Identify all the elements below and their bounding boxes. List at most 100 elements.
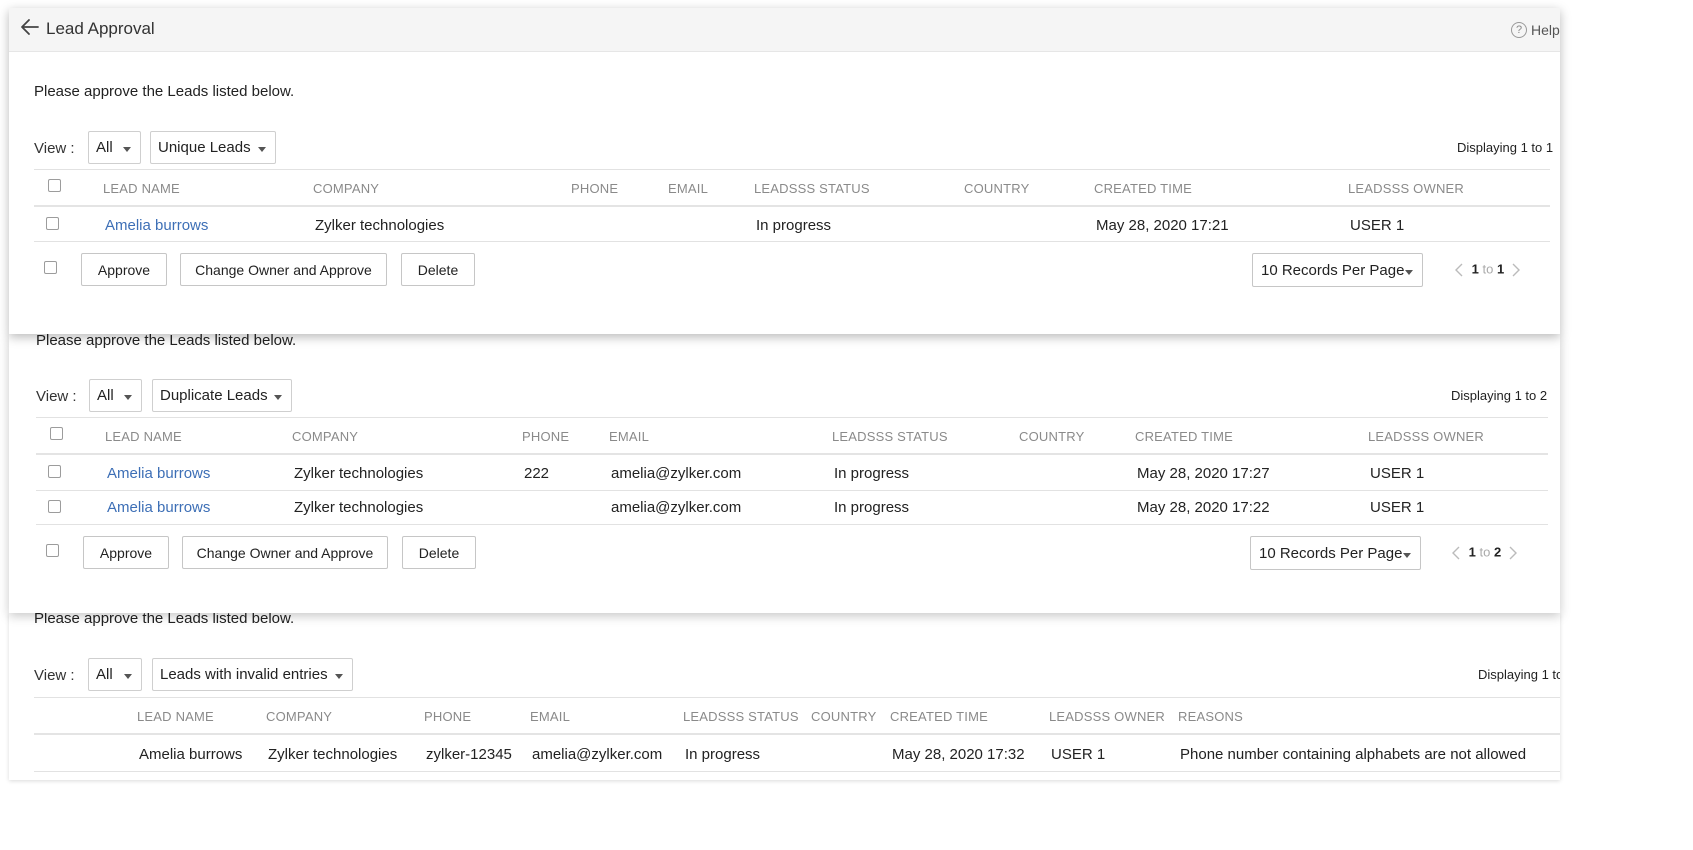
duplicate-leads-panel: Please approve the Leads listed below. V… xyxy=(9,334,1560,613)
table-top-border xyxy=(34,697,1560,698)
column-header-email[interactable]: EMAIL xyxy=(668,181,708,196)
view-filter-select[interactable]: All xyxy=(88,131,141,164)
row-divider xyxy=(34,241,1550,242)
instructions-text: Please approve the Leads listed below. xyxy=(34,83,295,100)
dropdown-caret-icon xyxy=(1405,270,1413,275)
view-filter-select[interactable]: All xyxy=(89,379,142,412)
view-label: View : xyxy=(34,140,75,157)
row-divider xyxy=(34,771,1560,772)
lead-name-link[interactable]: Amelia burrows xyxy=(107,465,210,482)
column-header-created-time[interactable]: CREATED TIME xyxy=(1135,429,1233,444)
owner-cell: USER 1 xyxy=(1350,217,1405,234)
lead-type-select[interactable]: Leads with invalid entries xyxy=(152,658,353,691)
page-to-word: to xyxy=(1482,261,1494,277)
dropdown-caret-icon xyxy=(274,395,282,400)
table-top-border xyxy=(36,417,1548,418)
column-header-owner[interactable]: LEADSSS OWNER xyxy=(1348,181,1464,196)
column-header-lead-name[interactable]: LEAD NAME xyxy=(105,429,182,444)
status-cell: In progress xyxy=(685,746,761,763)
column-header-phone[interactable]: PHONE xyxy=(424,709,471,724)
previous-page-icon[interactable] xyxy=(1449,544,1465,562)
lead-type-value: Unique Leads xyxy=(158,139,251,156)
help-link[interactable]: Help xyxy=(1531,22,1560,38)
status-cell: In progress xyxy=(756,217,832,234)
dropdown-caret-icon xyxy=(124,395,132,400)
column-header-email[interactable]: EMAIL xyxy=(530,709,570,724)
back-arrow-icon[interactable] xyxy=(20,18,40,36)
column-header-country[interactable]: COUNTRY xyxy=(964,181,1029,196)
select-all-checkbox[interactable] xyxy=(50,427,63,440)
phone-cell: 222 xyxy=(524,465,550,482)
row-checkbox[interactable] xyxy=(48,465,61,478)
delete-button[interactable]: Delete xyxy=(402,536,476,569)
column-header-status[interactable]: LEADSSS STATUS xyxy=(754,181,870,196)
column-header-country[interactable]: COUNTRY xyxy=(811,709,876,724)
pagination: 1 to 2 xyxy=(1449,544,1521,562)
instructions-text: Please approve the Leads listed below. xyxy=(34,613,295,627)
previous-page-icon[interactable] xyxy=(1452,261,1468,279)
phone-cell: zylker-12345 xyxy=(426,746,512,763)
column-header-email[interactable]: EMAIL xyxy=(609,429,649,444)
page-to: 1 xyxy=(1496,261,1505,277)
column-header-lead-name[interactable]: LEAD NAME xyxy=(103,181,180,196)
lead-name-link[interactable]: Amelia burrows xyxy=(107,499,210,516)
row-checkbox[interactable] xyxy=(46,217,59,230)
next-page-icon[interactable] xyxy=(1505,544,1521,562)
change-owner-approve-button[interactable]: Change Owner and Approve xyxy=(182,536,388,569)
column-header-phone[interactable]: PHONE xyxy=(522,429,569,444)
records-per-page-value: 10 Records Per Page xyxy=(1259,545,1403,562)
status-cell: In progress xyxy=(834,499,910,516)
created-time-cell: May 28, 2020 17:27 xyxy=(1137,465,1270,482)
lead-type-value: Leads with invalid entries xyxy=(160,666,328,683)
view-filter-value: All xyxy=(96,139,113,156)
approve-button[interactable]: Approve xyxy=(81,253,167,286)
change-owner-approve-button[interactable]: Change Owner and Approve xyxy=(180,253,387,286)
view-label: View : xyxy=(36,388,77,405)
footer-select-all-checkbox[interactable] xyxy=(44,261,57,274)
next-page-icon[interactable] xyxy=(1508,261,1524,279)
status-cell: In progress xyxy=(834,465,910,482)
company-cell: Zylker technologies xyxy=(315,217,445,234)
displaying-count: Displaying 1 to 2 xyxy=(1451,388,1548,403)
column-header-company[interactable]: COMPANY xyxy=(292,429,358,444)
owner-cell: USER 1 xyxy=(1370,465,1425,482)
select-all-checkbox[interactable] xyxy=(48,179,61,192)
footer-select-all-checkbox[interactable] xyxy=(46,544,59,557)
lead-type-value: Duplicate Leads xyxy=(160,387,268,404)
company-cell: Zylker technologies xyxy=(268,746,398,763)
page-title: Lead Approval xyxy=(46,19,155,38)
delete-button[interactable]: Delete xyxy=(401,253,475,286)
column-header-country[interactable]: COUNTRY xyxy=(1019,429,1084,444)
view-filter-value: All xyxy=(97,387,114,404)
email-cell: amelia@zylker.com xyxy=(611,499,742,516)
email-cell: amelia@zylker.com xyxy=(532,746,663,763)
approve-button[interactable]: Approve xyxy=(83,536,169,569)
column-header-created-time[interactable]: CREATED TIME xyxy=(890,709,988,724)
column-header-company[interactable]: COMPANY xyxy=(313,181,379,196)
lead-type-select[interactable]: Unique Leads xyxy=(150,131,276,164)
column-header-owner[interactable]: LEADSSS OWNER xyxy=(1049,709,1165,724)
column-header-lead-name[interactable]: LEAD NAME xyxy=(137,709,214,724)
page-to-word: to xyxy=(1479,544,1491,560)
records-per-page-select[interactable]: 10 Records Per Page xyxy=(1252,253,1423,287)
help-icon[interactable]: ? xyxy=(1511,22,1527,38)
column-header-owner[interactable]: LEADSSS OWNER xyxy=(1368,429,1484,444)
dropdown-caret-icon xyxy=(124,674,132,679)
column-header-created-time[interactable]: CREATED TIME xyxy=(1094,181,1192,196)
column-header-reasons[interactable]: REASONS xyxy=(1178,709,1243,724)
dropdown-caret-icon xyxy=(335,674,343,679)
column-header-status[interactable]: LEADSSS STATUS xyxy=(832,429,948,444)
records-per-page-select[interactable]: 10 Records Per Page xyxy=(1250,536,1421,570)
lead-type-select[interactable]: Duplicate Leads xyxy=(152,379,292,412)
pagination: 1 to 1 xyxy=(1452,261,1524,279)
page-from: 1 xyxy=(1468,544,1476,560)
row-checkbox[interactable] xyxy=(48,500,61,513)
column-header-phone[interactable]: PHONE xyxy=(571,181,618,196)
column-header-status[interactable]: LEADSSS STATUS xyxy=(683,709,799,724)
column-header-company[interactable]: COMPANY xyxy=(266,709,332,724)
email-cell: amelia@zylker.com xyxy=(611,465,742,482)
displaying-count: Displaying 1 to 1 xyxy=(1457,140,1554,155)
lead-name-link[interactable]: Amelia burrows xyxy=(105,217,208,234)
dropdown-caret-icon xyxy=(123,147,131,152)
view-filter-select[interactable]: All xyxy=(88,658,142,691)
